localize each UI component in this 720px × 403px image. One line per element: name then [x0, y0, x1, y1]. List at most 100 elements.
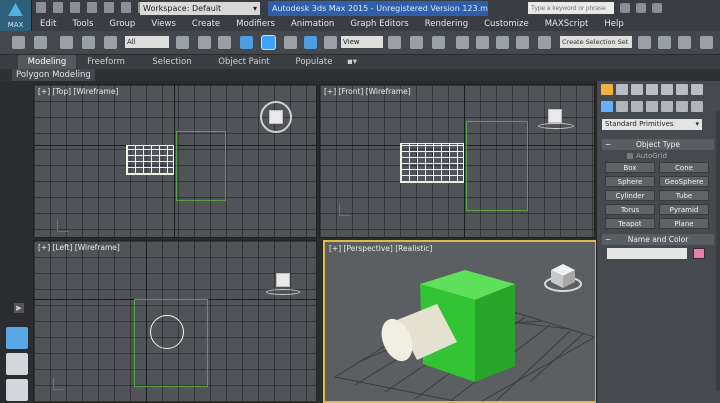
percent-snap-icon[interactable]	[496, 36, 509, 49]
select-object-icon[interactable]	[176, 36, 189, 49]
layer-manager-icon[interactable]	[678, 36, 691, 49]
geometry-icon[interactable]	[601, 101, 613, 112]
viewport-layout-three-icon[interactable]	[6, 379, 28, 401]
reference-coordinate-dropdown[interactable]: View	[341, 36, 383, 48]
edit-named-selection-icon[interactable]	[538, 36, 551, 49]
viewport-label[interactable]: [+] [Front] [Wireframe]	[324, 87, 411, 96]
torus-button[interactable]: Torus	[605, 204, 655, 215]
viewport-label[interactable]: [+] [Left] [Wireframe]	[38, 243, 120, 252]
select-move-icon[interactable]	[262, 36, 275, 49]
search-input[interactable]	[528, 2, 614, 14]
minimize-icon[interactable]	[652, 3, 662, 13]
cylinder-button[interactable]: Cylinder	[605, 190, 655, 201]
pyramid-button[interactable]: Pyramid	[659, 204, 709, 215]
viewport-top[interactable]: [+] [Top] [Wireframe]	[33, 84, 317, 238]
cameras-icon[interactable]	[646, 101, 658, 112]
object-name-input[interactable]	[607, 248, 687, 259]
mirror-icon[interactable]	[638, 36, 651, 49]
tab-selection[interactable]: Selection	[144, 55, 200, 69]
display-tab-icon[interactable]	[661, 84, 673, 95]
pivot-center-icon[interactable]	[388, 36, 401, 49]
viewcube-icon[interactable]	[276, 273, 290, 287]
menu-create[interactable]: Create	[184, 19, 228, 29]
object-type-rollout[interactable]: Object Type	[602, 139, 714, 150]
workspace-dropdown[interactable]: Workspace: Default	[140, 2, 260, 15]
box-button[interactable]: Box	[605, 162, 655, 173]
binoculars-icon[interactable]	[620, 3, 630, 13]
viewport-perspective[interactable]: [+] [Perspective] [Realistic]	[323, 240, 597, 403]
geosphere-button[interactable]: GeoSphere	[659, 176, 709, 187]
select-manipulate-icon[interactable]	[410, 36, 423, 49]
menu-help[interactable]: Help	[596, 19, 631, 29]
primitive-category-dropdown[interactable]: Standard Primitives	[602, 119, 702, 130]
viewport-label[interactable]: [+] [Perspective] [Realistic]	[329, 244, 432, 253]
link-icon[interactable]	[60, 36, 73, 49]
redo-icon[interactable]	[34, 36, 47, 49]
bind-space-warp-icon[interactable]	[104, 36, 117, 49]
keyboard-shortcut-icon[interactable]	[432, 36, 445, 49]
tab-modeling[interactable]: Modeling	[18, 55, 76, 69]
tab-freeform[interactable]: Freeform	[78, 55, 134, 69]
selection-filter-dropdown[interactable]: All	[125, 36, 169, 48]
object-color-swatch[interactable]	[693, 248, 705, 259]
menu-tools[interactable]: Tools	[64, 19, 101, 29]
systems-icon[interactable]	[691, 101, 703, 112]
menu-graph-editors[interactable]: Graph Editors	[342, 19, 416, 29]
hierarchy-tab-icon[interactable]	[631, 84, 643, 95]
scene-explorer-icon[interactable]	[700, 36, 713, 49]
menu-customize[interactable]: Customize	[476, 19, 537, 29]
viewport-layout-two-icon[interactable]	[6, 353, 28, 375]
redo-icon[interactable]	[104, 2, 114, 13]
undo-icon[interactable]	[87, 2, 97, 13]
viewport-layout-four-icon[interactable]	[6, 327, 28, 349]
snaps-toggle-icon[interactable]	[456, 36, 469, 49]
save-file-icon[interactable]	[70, 2, 80, 13]
viewport-front[interactable]: [+] [Front] [Wireframe]	[319, 84, 595, 238]
polygon-modeling-panel[interactable]: Polygon Modeling	[12, 69, 95, 81]
helpers-icon[interactable]	[661, 101, 673, 112]
select-by-name-icon[interactable]	[198, 36, 211, 49]
named-selection-set-dropdown[interactable]: Create Selection Set	[560, 36, 632, 48]
menu-animation[interactable]: Animation	[283, 19, 342, 29]
ribbon-options-icon[interactable]: ▪▾	[344, 55, 360, 69]
expand-arrow-icon[interactable]: ▶	[14, 303, 24, 313]
tab-populate[interactable]: Populate	[288, 55, 340, 69]
viewcube-icon[interactable]	[548, 109, 562, 123]
menu-maxscript[interactable]: MAXScript	[537, 19, 597, 29]
sphere-button[interactable]: Sphere	[605, 176, 655, 187]
name-and-color-rollout[interactable]: Name and Color	[602, 234, 714, 245]
teapot-button[interactable]: Teapot	[605, 218, 655, 229]
align-icon[interactable]	[658, 36, 671, 49]
select-rotate-icon[interactable]	[284, 36, 297, 49]
shapes-icon[interactable]	[616, 101, 628, 112]
create-tab-icon[interactable]	[601, 84, 613, 95]
modify-tab-icon[interactable]	[616, 84, 628, 95]
menu-views[interactable]: Views	[143, 19, 184, 29]
viewcube-icon[interactable]	[544, 264, 582, 292]
open-file-icon[interactable]	[53, 2, 63, 13]
wrench-icon[interactable]	[691, 84, 703, 95]
menu-edit[interactable]: Edit	[32, 19, 64, 29]
select-place-icon[interactable]	[324, 36, 337, 49]
new-file-icon[interactable]	[36, 2, 46, 13]
autogrid-checkbox[interactable]: AutoGrid	[627, 152, 667, 160]
menu-group[interactable]: Group	[101, 19, 143, 29]
viewport-left[interactable]: [+] [Left] [Wireframe]	[33, 240, 317, 403]
viewport-label[interactable]: [+] [Top] [Wireframe]	[38, 87, 118, 96]
undo-icon[interactable]	[12, 36, 25, 49]
utilities-tab-icon[interactable]	[676, 84, 688, 95]
cone-button[interactable]: Cone	[659, 162, 709, 173]
select-scale-icon[interactable]	[304, 36, 317, 49]
application-button[interactable]: MAX	[0, 0, 32, 31]
tube-button[interactable]: Tube	[659, 190, 709, 201]
help-icon[interactable]	[636, 3, 646, 13]
tab-object-paint[interactable]: Object Paint	[212, 55, 276, 69]
motion-tab-icon[interactable]	[646, 84, 658, 95]
command-panel-scrollbar[interactable]	[716, 111, 720, 391]
spinner-snap-icon[interactable]	[516, 36, 529, 49]
space-warps-icon[interactable]	[676, 101, 688, 112]
rect-selection-region-icon[interactable]	[218, 36, 231, 49]
lights-icon[interactable]	[631, 101, 643, 112]
unlink-icon[interactable]	[82, 36, 95, 49]
angle-snap-icon[interactable]	[476, 36, 489, 49]
